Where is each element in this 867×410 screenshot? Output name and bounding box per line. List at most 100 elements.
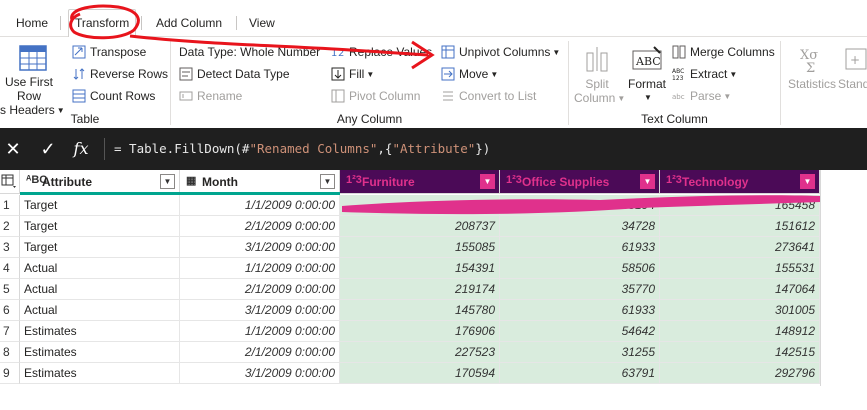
format-dropdown[interactable]: ABC Format ▼	[625, 45, 669, 105]
table-cell[interactable]: 147064	[660, 279, 820, 300]
rename-button[interactable]: Rename	[179, 86, 242, 106]
standard-dropdown[interactable]: + Stand	[838, 45, 867, 91]
tab-transform[interactable]: Transform	[68, 9, 137, 38]
table-cell[interactable]: 145780	[340, 300, 500, 321]
table-cell[interactable]: 155531	[660, 258, 820, 279]
column-type-icon[interactable]: 1²3	[506, 174, 522, 186]
table-cell[interactable]: 54642	[500, 321, 660, 342]
parse-dropdown[interactable]: abc Parse ▼	[672, 86, 731, 106]
column-header[interactable]: 1²3 Furniture ▼	[340, 170, 500, 194]
table-cell[interactable]: 176906	[340, 321, 500, 342]
row-number[interactable]: 7	[0, 321, 20, 342]
table-cell[interactable]: Target	[20, 237, 180, 258]
table-cell[interactable]: 301005	[660, 300, 820, 321]
table-cell[interactable]: 63791	[500, 363, 660, 384]
table-cell[interactable]: 2/1/2009 0:00:00	[180, 216, 340, 237]
table-cell[interactable]: 3/1/2009 0:00:00	[180, 300, 340, 321]
filter-dropdown-icon[interactable]: ▼	[320, 174, 335, 189]
table-cell[interactable]: Estimates	[20, 363, 180, 384]
table-cell[interactable]: Target	[20, 195, 180, 216]
table-cell[interactable]: 155085	[340, 237, 500, 258]
table-cell[interactable]: Actual	[20, 258, 180, 279]
table-cell[interactable]: Actual	[20, 279, 180, 300]
row-number[interactable]: 3	[0, 237, 20, 258]
convert-to-list-button[interactable]: Convert to List	[441, 86, 536, 106]
check-icon[interactable]: ✓	[35, 136, 61, 162]
column-header[interactable]: ▦ Month ▼	[180, 170, 340, 194]
table-cell[interactable]: 1/1/2009 0:00:00	[180, 321, 340, 342]
tab-add-column[interactable]: Add Column	[150, 10, 228, 37]
split-column-button[interactable]: Split Column ▼	[574, 45, 625, 106]
table-cell[interactable]: 154391	[340, 258, 500, 279]
table-cell[interactable]: 1/1/2009 0:00:00	[180, 258, 340, 279]
row-number[interactable]: 5	[0, 279, 20, 300]
table-cell[interactable]: 61933	[500, 237, 660, 258]
table-cell[interactable]: 151612	[660, 216, 820, 237]
row-number[interactable]: 8	[0, 342, 20, 363]
table-cell[interactable]: Actual	[20, 300, 180, 321]
table-cell[interactable]: 2/1/2009 0:00:00	[180, 342, 340, 363]
tab-home[interactable]: Home	[10, 10, 54, 37]
data-type-label: Data Type: Whole Number	[179, 45, 321, 59]
table-cell[interactable]: Target	[20, 216, 180, 237]
statistics-dropdown[interactable]: Xσ Σ Statistics	[787, 45, 837, 91]
use-first-row-as-headers-button[interactable]: Use First Row as Headers▼	[0, 43, 66, 118]
row-number[interactable]: 2	[0, 216, 20, 237]
data-type-dropdown[interactable]: Data Type: Whole Number	[179, 42, 320, 62]
filter-dropdown-icon[interactable]: ▼	[800, 174, 815, 189]
table-cell[interactable]: 292796	[660, 363, 820, 384]
reverse-rows-button[interactable]: Reverse Rows	[72, 64, 168, 84]
table-cell[interactable]: 165458	[660, 195, 820, 216]
table-cell[interactable]: 1/1/2009 0:00:00	[180, 195, 340, 216]
unpivot-columns-dropdown[interactable]: Unpivot Columns ▼	[441, 42, 560, 62]
table-cell[interactable]: 170594	[340, 363, 500, 384]
replace-values-button[interactable]: 1 2 Replace Values	[331, 42, 432, 62]
pivot-column-button[interactable]: Pivot Column	[331, 86, 420, 106]
table-cell[interactable]: 208737	[340, 216, 500, 237]
table-cell[interactable]: 227523	[340, 342, 500, 363]
table-cell[interactable]: 55194	[500, 195, 660, 216]
column-header[interactable]: 1²3 Technology ▼	[660, 170, 820, 194]
fx-icon[interactable]: fx	[68, 136, 94, 162]
format-label: Format	[627, 77, 666, 91]
table-cell[interactable]: 142515	[660, 342, 820, 363]
column-type-icon[interactable]: ▦	[186, 174, 196, 187]
column-header-label: Office Supplies	[522, 175, 610, 189]
column-type-icon[interactable]: 1²3	[346, 174, 362, 186]
table-cell[interactable]: 61933	[500, 300, 660, 321]
column-header[interactable]: 1²3 Office Supplies ▼	[500, 170, 660, 194]
filter-dropdown-icon[interactable]: ▼	[640, 174, 655, 189]
table-cell[interactable]: 219174	[340, 279, 500, 300]
table-cell[interactable]: 3/1/2009 0:00:00	[180, 237, 340, 258]
close-icon[interactable]: ✕	[0, 136, 26, 162]
table-cell[interactable]: 58506	[500, 258, 660, 279]
tab-view[interactable]: View	[243, 10, 281, 37]
move-dropdown[interactable]: Move ▼	[441, 64, 498, 84]
row-number[interactable]: 6	[0, 300, 20, 321]
fill-dropdown[interactable]: Fill ▼	[331, 64, 374, 84]
table-cell[interactable]: 273641	[660, 237, 820, 258]
transpose-button[interactable]: Transpose	[72, 42, 146, 62]
row-number[interactable]: 9	[0, 363, 20, 384]
column-header[interactable]: ᴬBC Attribute ▼	[20, 170, 180, 194]
filter-dropdown-icon[interactable]: ▼	[160, 174, 175, 189]
table-cell[interactable]: 148912	[660, 321, 820, 342]
merge-columns-button[interactable]: Merge Columns	[672, 42, 775, 62]
table-cell[interactable]: Estimates	[20, 342, 180, 363]
table-menu-button[interactable]	[0, 170, 20, 194]
column-type-icon[interactable]: 1²3	[666, 174, 682, 186]
table-cell[interactable]: Estimates	[20, 321, 180, 342]
table-cell[interactable]: 160824	[340, 195, 500, 216]
table-cell[interactable]: 35770	[500, 279, 660, 300]
table-cell[interactable]: 2/1/2009 0:00:00	[180, 279, 340, 300]
table-cell[interactable]: 3/1/2009 0:00:00	[180, 363, 340, 384]
formula-input[interactable]: = Table.FillDown(#"Renamed Columns",{"At…	[114, 141, 490, 156]
detect-data-type-button[interactable]: Detect Data Type	[179, 64, 290, 84]
row-number[interactable]: 4	[0, 258, 20, 279]
filter-dropdown-icon[interactable]: ▼	[480, 174, 495, 189]
extract-dropdown[interactable]: ABC 123 Extract ▼	[672, 64, 737, 84]
row-number[interactable]: 1	[0, 195, 20, 216]
count-rows-button[interactable]: Count Rows	[72, 86, 155, 106]
table-cell[interactable]: 31255	[500, 342, 660, 363]
table-cell[interactable]: 34728	[500, 216, 660, 237]
